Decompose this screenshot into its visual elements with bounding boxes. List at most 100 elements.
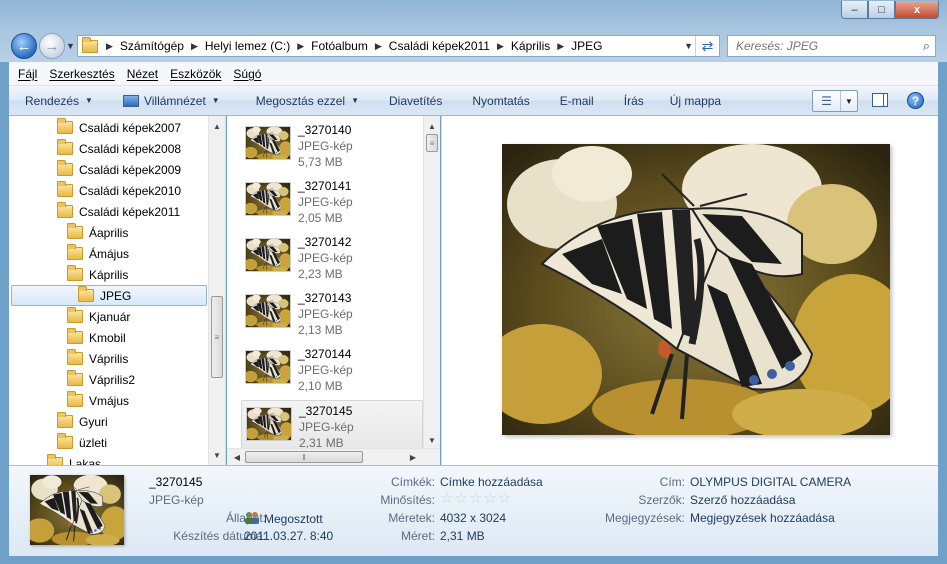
preview-pane [441, 116, 938, 465]
scroll-thumb[interactable]: ≡ [426, 134, 438, 152]
preview-pane-icon[interactable] [872, 93, 888, 107]
breadcrumb-separator[interactable]: ▶ [493, 41, 508, 52]
tree-item-selected[interactable]: JPEG [11, 285, 207, 306]
tree-item[interactable]: Kmobil [67, 327, 126, 348]
tree-item[interactable]: Családi képek2010 [57, 180, 181, 201]
tree-item[interactable]: Családi képek2011 [57, 201, 180, 222]
breadcrumb-photo-album[interactable]: Fotóalbum [308, 39, 371, 53]
folder-icon [67, 349, 83, 365]
nav-scrollbar[interactable]: ▲ ≡ ▼ [208, 116, 225, 465]
scroll-thumb[interactable]: ≡ [211, 296, 223, 378]
tree-item[interactable]: Családi képek2009 [57, 159, 181, 180]
tree-item[interactable]: Lakas [47, 453, 101, 465]
file-name: _3270144 [298, 347, 352, 361]
file-list-hscrollbar[interactable]: ◀ ‖ ▶ [227, 448, 440, 465]
tree-item[interactable]: Családi képek2007 [57, 117, 181, 138]
star-icon[interactable]: ☆ [454, 491, 467, 507]
menu-view[interactable]: Nézet [122, 67, 163, 81]
rating-stars[interactable]: ☆ ☆ ☆ ☆ ☆ [440, 491, 512, 507]
hscroll-thumb[interactable]: ‖ [245, 451, 363, 463]
file-item[interactable]: _3270142 JPEG-kép 2,23 MB [241, 232, 423, 286]
scroll-up-icon[interactable]: ▲ [424, 118, 440, 134]
scroll-right-icon[interactable]: ▶ [405, 449, 421, 465]
menu-file[interactable]: Fájl [13, 67, 42, 81]
preview-button[interactable]: Villámnézet ▼ [103, 94, 230, 108]
breadcrumb-separator[interactable]: ▶ [187, 41, 202, 52]
menu-edit[interactable]: Szerkesztés [44, 67, 119, 81]
rating-label: Minősítés: [380, 493, 435, 507]
authors-value[interactable]: Szerző hozzáadása [690, 493, 795, 507]
dimensions-value: 4032 x 3024 [440, 511, 507, 525]
share-with-button[interactable]: Megosztás ezzel ▼ [230, 94, 369, 108]
minimize-button[interactable]: – [841, 1, 868, 19]
file-item[interactable]: _3270140 JPEG-kép 5,73 MB [241, 120, 423, 174]
tree-item[interactable]: Váprilis [67, 348, 128, 369]
scroll-up-icon[interactable]: ▲ [209, 118, 225, 134]
close-button[interactable]: x [895, 1, 939, 19]
file-list-scrollbar[interactable]: ▲ ≡ ▼ [423, 116, 440, 448]
menu-help[interactable]: Súgó [228, 67, 266, 81]
star-icon[interactable]: ☆ [483, 491, 496, 507]
scroll-down-icon[interactable]: ▼ [209, 447, 225, 463]
new-folder-button[interactable]: Új mappa [654, 94, 731, 108]
address-dropdown-icon[interactable]: ▼ [684, 41, 693, 51]
people-icon [244, 511, 260, 525]
back-arrow-icon[interactable]: ← [11, 33, 37, 59]
breadcrumb-jpeg[interactable]: JPEG [568, 39, 605, 53]
tree-item[interactable]: Áaprilis [67, 222, 128, 243]
scroll-down-icon[interactable]: ▼ [424, 432, 440, 448]
tree-item[interactable]: üzleti [57, 432, 107, 453]
breadcrumb-separator[interactable]: ▶ [102, 41, 117, 52]
search-input[interactable] [736, 39, 906, 53]
file-item[interactable]: _3270141 JPEG-kép 2,05 MB [241, 176, 423, 230]
file-item[interactable]: _3270143 JPEG-kép 2,13 MB [241, 288, 423, 342]
email-button[interactable]: E-mail [540, 94, 604, 108]
chevron-down-icon[interactable]: ▼ [841, 91, 857, 111]
help-icon[interactable]: ? [907, 92, 924, 109]
file-type: JPEG-kép [298, 363, 353, 377]
forward-arrow-icon[interactable]: → [39, 33, 65, 59]
burn-button[interactable]: Írás [604, 94, 654, 108]
tree-item-label: Családi képek2011 [79, 204, 181, 219]
address-bar[interactable]: ▶ Számítógép ▶ Helyi lemez (C:) ▶ Fotóal… [77, 35, 720, 57]
breadcrumb-family-2011[interactable]: Családi képek2011 [386, 39, 493, 53]
slideshow-button[interactable]: Diavetítés [369, 94, 452, 108]
date-taken-value[interactable]: 2011.03.27. 8:40 [244, 529, 333, 543]
tree-item[interactable]: Családi képek2008 [57, 138, 181, 159]
file-size: 2,23 MB [298, 267, 343, 281]
file-type: JPEG-kép [298, 195, 353, 209]
search-box[interactable]: ⌕ [727, 35, 936, 57]
tree-item[interactable]: Káprilis [67, 264, 128, 285]
breadcrumb-separator[interactable]: ▶ [371, 41, 386, 52]
tree-item[interactable]: Ámájus [67, 243, 129, 264]
file-size: 2,13 MB [298, 323, 343, 337]
tree-item[interactable]: Váprilis2 [67, 369, 135, 390]
scroll-left-icon[interactable]: ◀ [229, 449, 245, 465]
tree-item[interactable]: Kjanuár [67, 306, 130, 327]
print-button[interactable]: Nyomtatás [452, 94, 539, 108]
comments-value[interactable]: Megjegyzések hozzáadása [690, 511, 835, 525]
menu-tools[interactable]: Eszközök [165, 67, 226, 81]
view-details-icon[interactable]: ☰ [813, 91, 841, 111]
star-icon[interactable]: ☆ [440, 491, 453, 507]
tags-value[interactable]: Címke hozzáadása [440, 475, 543, 489]
star-icon[interactable]: ☆ [498, 491, 511, 507]
view-options[interactable]: ☰ ▼ [812, 90, 858, 112]
refresh-icon[interactable]: ⇄ [695, 36, 719, 56]
search-icon[interactable]: ⌕ [923, 38, 930, 54]
file-item-selected[interactable]: _3270145 JPEG-kép 2,31 MB [241, 400, 423, 454]
breadcrumb-computer[interactable]: Számítógép [117, 39, 187, 53]
breadcrumb-local-disk[interactable]: Helyi lemez (C:) [202, 39, 293, 53]
breadcrumb-kaprilis[interactable]: Káprilis [508, 39, 553, 53]
organize-button[interactable]: Rendezés ▼ [9, 94, 103, 108]
file-item[interactable]: _3270144 JPEG-kép 2,10 MB [241, 344, 423, 398]
tree-item[interactable]: Vmájus [67, 390, 129, 411]
recent-pages-dropdown-icon[interactable]: ▼ [66, 41, 75, 51]
breadcrumb-separator[interactable]: ▶ [553, 41, 568, 52]
maximize-button[interactable]: □ [868, 1, 895, 19]
star-icon[interactable]: ☆ [469, 491, 482, 507]
tree-item[interactable]: Gyuri [57, 411, 108, 432]
title-value[interactable]: OLYMPUS DIGITAL CAMERA [690, 475, 851, 489]
breadcrumb-separator[interactable]: ▶ [293, 41, 308, 52]
tree-item-label: Családi képek2009 [79, 162, 182, 177]
